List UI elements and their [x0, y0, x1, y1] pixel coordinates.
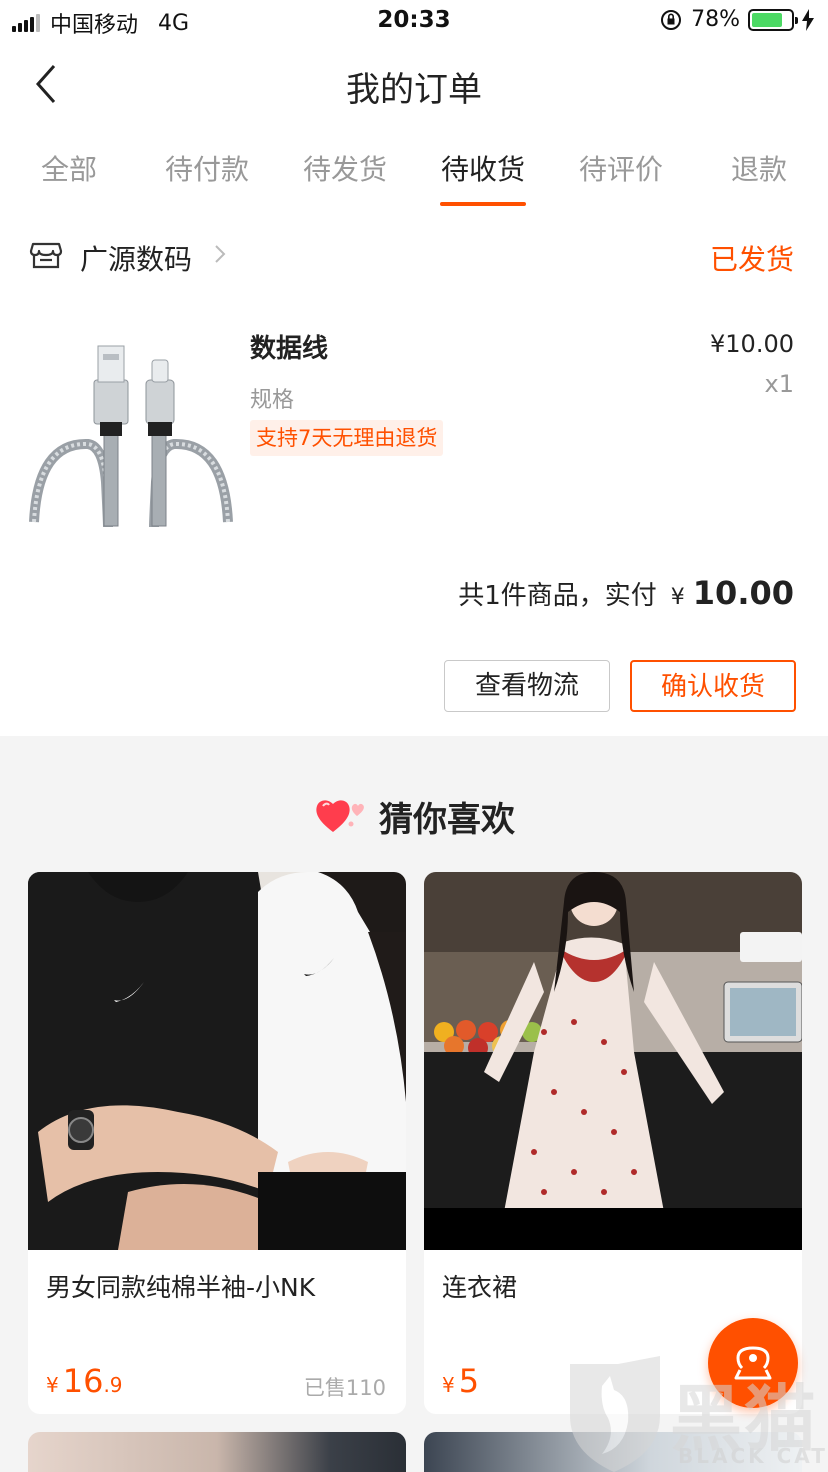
tab-pending-review[interactable]: 待评价	[552, 148, 690, 188]
product-price: ¥10.00	[710, 330, 794, 358]
battery-icon	[748, 8, 798, 31]
price-currency: ¥	[46, 1373, 59, 1397]
chevron-right-icon	[215, 245, 226, 263]
price-currency: ¥	[442, 1373, 455, 1397]
product-quantity: x1	[764, 370, 794, 398]
battery-level	[752, 12, 782, 27]
charging-bolt-icon	[802, 8, 814, 31]
tab-pending-payment[interactable]: 待付款	[138, 148, 276, 188]
order-tabs: 全部 待付款 待发货 待收货 待评价 退款	[0, 128, 828, 212]
recommend-item-name: 男女同款纯棉半袖-小NK	[46, 1273, 316, 1302]
status-bar: 中国移动 4G 20:33 78%	[0, 0, 828, 40]
page-title: 我的订单	[346, 70, 482, 110]
product-image[interactable]	[28, 322, 234, 528]
dress-product-image	[424, 872, 802, 1250]
recommend-header: 猜你喜欢	[0, 788, 828, 844]
status-right: 78%	[659, 7, 814, 32]
cat-shield-logo	[570, 1356, 660, 1472]
total-summary-text: 共1件商品，实付	[458, 581, 657, 611]
view-logistics-button[interactable]: 查看物流	[444, 660, 610, 712]
return-policy-badge: 支持7天无理由退货	[250, 420, 444, 456]
tab-refund[interactable]: 退款	[690, 148, 828, 188]
active-tab-indicator	[440, 202, 526, 206]
tab-pending-shipment[interactable]: 待发货	[276, 148, 414, 188]
price-decimal: .9	[103, 1373, 123, 1397]
recommend-item-sold: 已售110	[303, 1376, 386, 1400]
product-name[interactable]: 数据线	[250, 328, 328, 365]
rotation-lock-icon	[661, 9, 682, 30]
recommend-item-price: ¥ 5	[442, 1362, 479, 1400]
recommend-item-name: 连衣裙	[442, 1273, 518, 1302]
total-currency: ¥	[670, 585, 685, 610]
price-integer: 16	[62, 1362, 104, 1400]
tab-pending-receipt[interactable]: 待收货	[414, 148, 552, 188]
order-card: 广源数码 已发货 数据线 规格 支持7天无理由退货 ¥10.00 x1 共1件商…	[0, 212, 828, 736]
watermark: 黑猫 BLACK CAT	[560, 1356, 828, 1472]
recommend-card-tshirt[interactable]: 男女同款纯棉半袖-小NK ¥ 16 .9 已售110	[28, 872, 406, 1414]
order-total: 共1件商品，实付 ¥ 10.00	[458, 574, 794, 612]
tab-all[interactable]: 全部	[0, 148, 138, 188]
battery-percent: 78%	[691, 7, 740, 32]
watermark-sub: BLACK CAT	[678, 1444, 828, 1468]
recommend-title: 猜你喜欢	[379, 799, 515, 840]
confirm-receipt-button[interactable]: 确认收货	[630, 660, 796, 712]
tshirt-product-image	[28, 872, 406, 1250]
order-status: 已发货	[709, 243, 794, 276]
shop-icon	[29, 242, 63, 269]
heart-icon	[316, 800, 364, 832]
product-spec: 规格	[250, 388, 295, 413]
price-integer: 5	[458, 1362, 480, 1400]
recommend-item-price: ¥ 16 .9	[46, 1362, 123, 1400]
nav-bar: 我的订单	[0, 40, 828, 128]
recommend-card-next-left[interactable]	[28, 1432, 406, 1472]
total-amount: 10.00	[692, 574, 794, 612]
shop-name-link[interactable]: 广源数码	[80, 238, 192, 278]
